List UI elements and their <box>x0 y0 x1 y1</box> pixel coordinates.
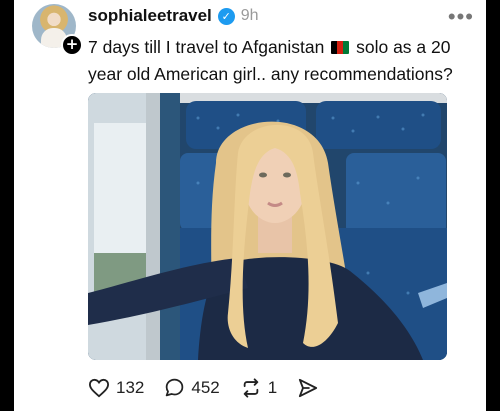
speech-bubble-icon <box>166 378 184 397</box>
send-icon <box>299 378 318 397</box>
username[interactable]: sophialeetravel <box>88 6 212 26</box>
reply-button[interactable]: 452 <box>164 377 220 398</box>
repost-button[interactable]: 1 <box>240 378 277 398</box>
afghanistan-flag-icon <box>331 41 350 54</box>
post-card: + sophialeetravel ✓ 9h ••• 7 days till I… <box>14 0 486 411</box>
like-count: 132 <box>116 377 145 397</box>
plus-icon[interactable]: + <box>61 34 83 56</box>
repost-count: 1 <box>267 377 278 397</box>
like-button[interactable]: 132 <box>88 378 144 398</box>
timestamp: 9h <box>240 7 259 24</box>
reply-count: 452 <box>191 377 220 397</box>
action-bar: 132 452 1 <box>88 377 345 398</box>
verified-check-icon: ✓ <box>217 7 235 25</box>
post-text-part-1: 7 days till I travel to Afganistan <box>88 37 330 57</box>
share-button[interactable] <box>297 378 325 398</box>
heart-icon <box>88 378 110 397</box>
post-photo[interactable] <box>88 93 447 360</box>
post-text: 7 days till I travel to Afganistan solo … <box>88 34 478 88</box>
avatar[interactable]: + <box>32 4 83 56</box>
post-header: sophialeetravel ✓ 9h <box>88 6 259 26</box>
more-dots-icon[interactable]: ••• <box>448 4 474 30</box>
repost-icon <box>243 377 259 398</box>
